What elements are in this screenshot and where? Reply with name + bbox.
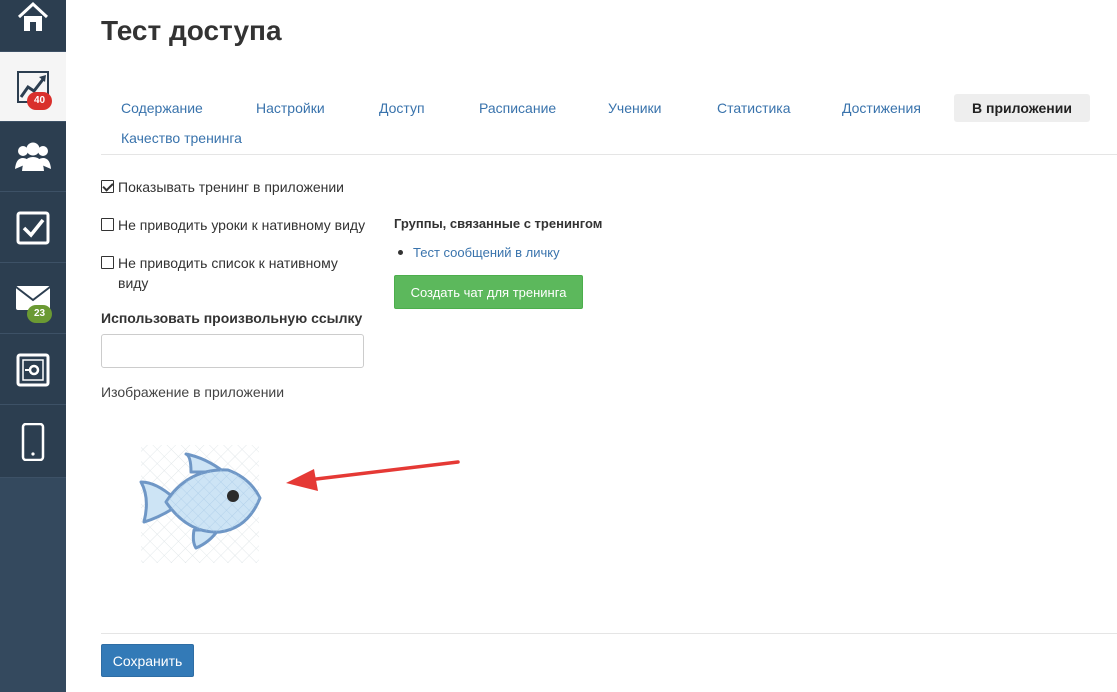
sidebar-item-home[interactable]: [0, 0, 66, 52]
tab-content[interactable]: Содержание: [101, 94, 223, 122]
app-image-label: Изображение в приложении: [101, 384, 285, 400]
tab-bar: Содержание Настройки Доступ Расписание У…: [101, 94, 1101, 154]
tab-students[interactable]: Ученики: [588, 94, 681, 122]
page-title: Тест доступа: [101, 15, 282, 46]
footer-divider: [101, 633, 1117, 634]
show-in-app-option[interactable]: Показывать тренинг в приложении: [101, 177, 344, 197]
no-native-list-option[interactable]: Не приводить список к нативному виду: [101, 253, 361, 293]
annotation-arrow: [280, 455, 465, 495]
tab-achievements[interactable]: Достижения: [822, 94, 941, 122]
custom-link-input[interactable]: [101, 334, 364, 368]
groups-list: Тест сообщений в личку: [398, 245, 560, 260]
no-native-lessons-label: Не приводить уроки к нативному виду: [118, 217, 366, 233]
no-native-lessons-option[interactable]: Не приводить уроки к нативному виду: [101, 215, 365, 235]
no-native-list-label: Не приводить список к нативному виду: [118, 255, 338, 291]
tab-access[interactable]: Доступ: [359, 94, 445, 122]
bullet: [398, 250, 403, 255]
groups-title: Группы, связанные с тренингом: [394, 216, 603, 231]
tab-settings[interactable]: Настройки: [236, 94, 345, 122]
create-chat-button[interactable]: Создать чат для тренинга: [394, 275, 583, 309]
tab-divider: [101, 154, 1117, 155]
tab-schedule[interactable]: Расписание: [459, 94, 576, 122]
sidebar-item-safe[interactable]: [0, 335, 66, 405]
tab-in-app[interactable]: В приложении: [954, 94, 1090, 122]
sidebar-item-messages[interactable]: 23: [0, 264, 66, 334]
sidebar-empty-area: [0, 478, 66, 692]
no-native-lessons-checkbox[interactable]: [101, 218, 114, 231]
custom-link-label: Использовать произвольную ссылку: [101, 310, 363, 326]
sidebar: 40 23: [0, 0, 66, 692]
fish-icon: [139, 445, 262, 563]
safe-icon: [16, 353, 50, 387]
sidebar-item-mobile[interactable]: [0, 406, 66, 478]
sidebar-item-users[interactable]: [0, 122, 66, 192]
trainings-badge: 40: [27, 92, 53, 110]
sidebar-item-trainings[interactable]: 40: [0, 52, 66, 122]
no-native-list-checkbox[interactable]: [101, 256, 114, 269]
show-in-app-label: Показывать тренинг в приложении: [118, 179, 345, 195]
checkbox-icon: [16, 211, 50, 245]
tab-training-quality[interactable]: Качество тренинга: [101, 124, 262, 152]
messages-badge: 23: [27, 305, 53, 323]
sidebar-item-tasks[interactable]: [0, 193, 66, 263]
users-icon: [14, 141, 52, 173]
list-item: Тест сообщений в личку: [398, 245, 560, 260]
save-button[interactable]: Сохранить: [101, 644, 194, 677]
group-link[interactable]: Тест сообщений в личку: [413, 245, 560, 260]
home-icon: [15, 0, 51, 35]
show-in-app-checkbox[interactable]: [101, 180, 114, 193]
phone-icon: [21, 422, 45, 461]
app-image-preview[interactable]: [136, 442, 266, 566]
tab-statistics[interactable]: Статистика: [697, 94, 811, 122]
